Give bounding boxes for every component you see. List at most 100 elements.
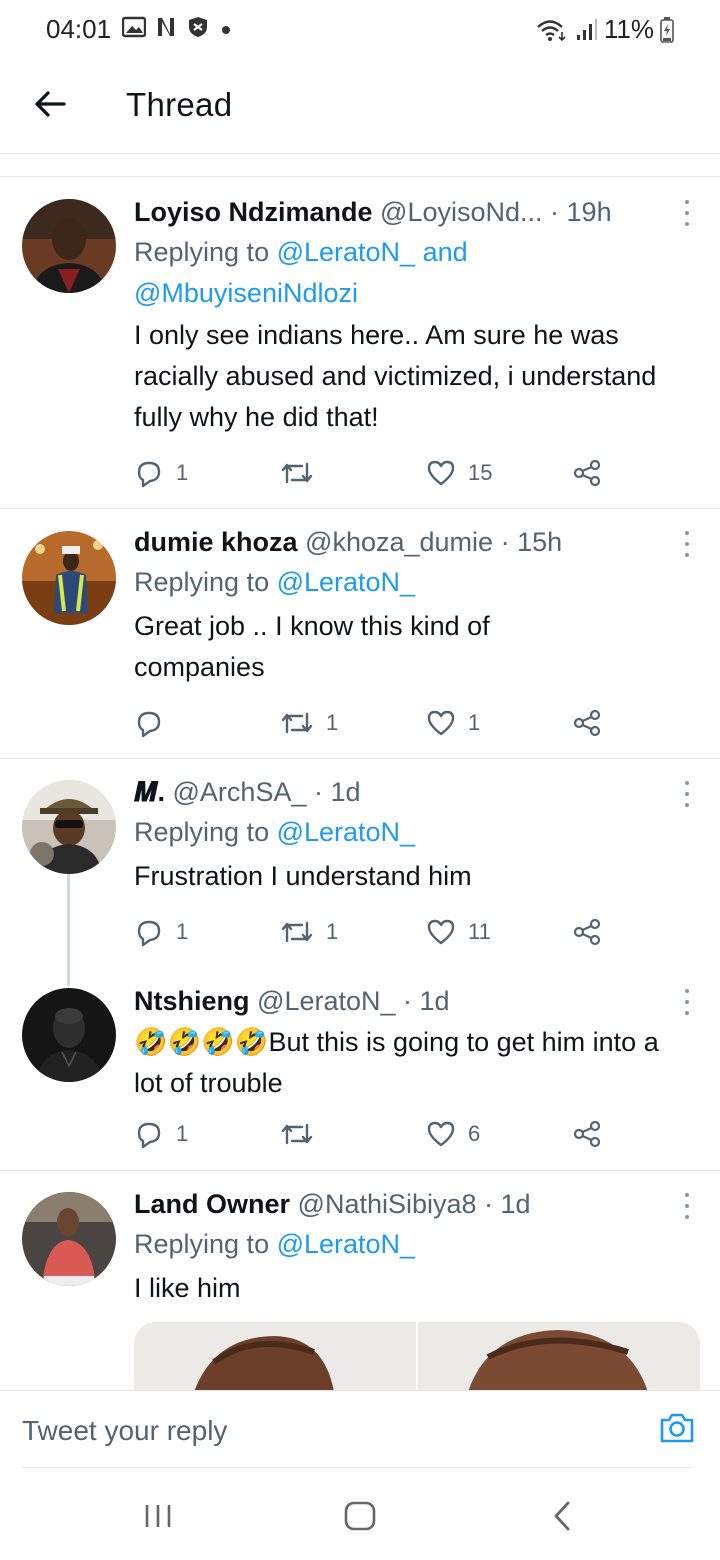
tweet-header: Land Owner @NathiSibiya8 · 1d bbox=[134, 1184, 690, 1224]
recent-apps-button[interactable] bbox=[138, 1498, 178, 1534]
retweet-icon bbox=[281, 712, 313, 734]
retweet-count: 1 bbox=[326, 919, 339, 944]
handle[interactable]: @khoza_dumie bbox=[305, 527, 493, 557]
photo-thumbnail bbox=[418, 1322, 700, 1392]
reply-input[interactable]: Tweet your reply bbox=[22, 1415, 227, 1447]
signal-icon bbox=[576, 18, 597, 40]
back-button[interactable] bbox=[30, 84, 70, 124]
handle[interactable]: @ArchSA_ bbox=[173, 777, 307, 807]
tweet[interactable]: 𝑴. @ArchSA_ · 1d Replying to @LeratoN_ F… bbox=[0, 759, 720, 967]
heart-icon bbox=[427, 1121, 455, 1147]
reply-composer: Tweet your reply bbox=[0, 1390, 720, 1469]
netflix-icon bbox=[158, 18, 174, 36]
system-nav-bar bbox=[0, 1468, 720, 1560]
tweet-body: Loyiso Ndzimande @LoyisoNd... · 19h Repl… bbox=[134, 192, 690, 438]
avatar[interactable] bbox=[22, 531, 116, 625]
tweet-media[interactable] bbox=[134, 1322, 700, 1392]
handle[interactable]: @NathiSibiya8 bbox=[298, 1189, 477, 1219]
like-count: 6 bbox=[468, 1121, 481, 1146]
media-image[interactable] bbox=[134, 1322, 416, 1392]
tweet-body: dumie khoza @khoza_dumie · 15h Replying … bbox=[134, 522, 690, 688]
share-button[interactable] bbox=[572, 1114, 602, 1154]
tweet-header: 𝑴. @ArchSA_ · 1d bbox=[134, 772, 690, 812]
media-image[interactable] bbox=[416, 1322, 700, 1392]
home-button[interactable] bbox=[340, 1498, 380, 1534]
heart-icon bbox=[427, 460, 455, 486]
wifi-icon bbox=[537, 19, 566, 41]
mention-link[interactable]: @LeratoN_ bbox=[277, 567, 415, 597]
gallery-icon bbox=[122, 16, 146, 38]
share-button[interactable] bbox=[572, 703, 602, 743]
avatar-image bbox=[22, 1192, 116, 1286]
share-button[interactable] bbox=[572, 453, 602, 493]
display-name[interactable]: dumie khoza bbox=[134, 527, 298, 557]
avatar[interactable] bbox=[22, 1192, 116, 1286]
like-button[interactable]: 15 bbox=[426, 453, 492, 493]
avatar-image bbox=[22, 531, 116, 625]
reply-icon bbox=[137, 1122, 161, 1149]
system-back-button[interactable] bbox=[542, 1498, 582, 1534]
share-icon bbox=[573, 459, 601, 487]
camera-button[interactable] bbox=[658, 1409, 696, 1447]
like-count: 1 bbox=[468, 710, 481, 735]
reply-icon bbox=[137, 920, 161, 947]
partial-previous-tweet bbox=[0, 155, 720, 177]
reply-button[interactable]: 1 bbox=[134, 1114, 188, 1154]
timestamp: · 1d bbox=[403, 986, 450, 1016]
reply-count: 1 bbox=[176, 1121, 189, 1146]
mention-link[interactable]: @LeratoN_ bbox=[277, 1229, 415, 1259]
display-name[interactable]: Land Owner bbox=[134, 1189, 290, 1219]
tweet[interactable]: dumie khoza @khoza_dumie · 15h Replying … bbox=[0, 509, 720, 759]
page-title: Thread bbox=[126, 86, 233, 123]
handle[interactable]: @LeratoN_ bbox=[257, 986, 395, 1016]
replying-prefix: Replying to bbox=[134, 1229, 277, 1259]
display-name[interactable]: Loyiso Ndzimande bbox=[134, 197, 373, 227]
retweet-button[interactable] bbox=[280, 453, 326, 493]
display-name[interactable]: 𝑴. bbox=[134, 777, 165, 807]
avatar-image bbox=[22, 780, 116, 874]
tweet-header: Loyiso Ndzimande @LoyisoNd... · 19h bbox=[134, 192, 690, 232]
tweet-header: dumie khoza @khoza_dumie · 15h bbox=[134, 522, 690, 562]
tweet-text: 🤣🤣🤣🤣But this is going to get him into a … bbox=[134, 1022, 690, 1104]
share-icon bbox=[573, 1120, 601, 1148]
share-button[interactable] bbox=[572, 912, 602, 952]
retweet-button[interactable] bbox=[280, 1114, 326, 1154]
tweet-body: 𝑴. @ArchSA_ · 1d Replying to @LeratoN_ F… bbox=[134, 772, 690, 897]
reply-button[interactable]: 1 bbox=[134, 453, 188, 493]
reply-button[interactable] bbox=[134, 703, 176, 743]
reply-count: 1 bbox=[176, 919, 189, 944]
avatar[interactable] bbox=[22, 199, 116, 293]
camera-icon bbox=[660, 1413, 694, 1443]
avatar[interactable] bbox=[22, 988, 116, 1082]
retweet-icon bbox=[281, 462, 313, 484]
arrow-left-icon bbox=[35, 91, 66, 117]
battery-icon bbox=[660, 16, 674, 43]
replying-prefix: Replying to bbox=[134, 567, 277, 597]
replying-prefix: Replying to bbox=[134, 237, 277, 267]
tweet-body: Land Owner @NathiSibiya8 · 1d Replying t… bbox=[134, 1184, 690, 1309]
handle[interactable]: @LoyisoNd... bbox=[380, 197, 542, 227]
like-count: 11 bbox=[468, 919, 491, 944]
reply-button[interactable]: 1 bbox=[134, 912, 188, 952]
like-button[interactable]: 6 bbox=[426, 1114, 480, 1154]
tweet[interactable]: Ntshieng @LeratoN_ · 1d 🤣🤣🤣🤣But this is … bbox=[0, 967, 720, 1171]
status-right: 11% bbox=[536, 14, 674, 45]
heart-icon bbox=[427, 919, 455, 945]
like-button[interactable]: 11 bbox=[426, 912, 491, 952]
replying-to: Replying to @LeratoN_ bbox=[134, 1224, 690, 1265]
tweet-actions: 1 15 bbox=[134, 453, 614, 493]
tweet-text: Great job .. I know this kind of compani… bbox=[134, 611, 490, 682]
timestamp: · 19h bbox=[550, 197, 612, 227]
avatar[interactable] bbox=[22, 780, 116, 874]
like-button[interactable]: 1 bbox=[426, 703, 480, 743]
display-name[interactable]: Ntshieng bbox=[134, 986, 250, 1016]
emoji-laughing: 🤣🤣🤣🤣 bbox=[134, 1027, 269, 1057]
replying-to: Replying to @LeratoN_ and @MbuyiseniNdlo… bbox=[134, 232, 690, 314]
mention-link[interactable]: @LeratoN_ bbox=[277, 817, 415, 847]
status-bar: 04:01 11% bbox=[0, 0, 720, 60]
tweet-actions: 1 6 bbox=[134, 1114, 614, 1154]
retweet-button[interactable]: 1 bbox=[280, 703, 338, 743]
retweet-button[interactable]: 1 bbox=[280, 912, 338, 952]
notification-dot bbox=[222, 26, 230, 34]
tweet[interactable]: Loyiso Ndzimande @LoyisoNd... · 19h Repl… bbox=[0, 178, 720, 509]
